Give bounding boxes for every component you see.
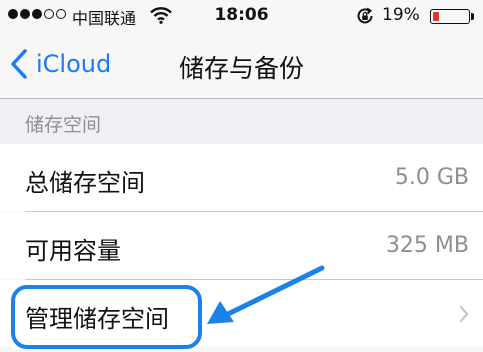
page-title: 储存与备份: [178, 54, 304, 83]
battery-percent: 19%: [382, 5, 420, 25]
section-header-label: 储存空间: [25, 114, 102, 136]
annotation-arrow-icon: [207, 265, 325, 324]
section-header: 储存空间: [0, 99, 483, 144]
row-total-storage: 总储存空间 5.0 GB: [0, 144, 483, 211]
battery-level: [433, 12, 439, 21]
battery-tip: [471, 13, 474, 20]
row-label: 可用容量: [25, 237, 121, 265]
row-value: 325 MB: [385, 233, 469, 258]
chevron-right-icon: [459, 305, 469, 323]
status-bar: 中国联通 18:06 19%: [0, 0, 483, 32]
row-value: 5.0 GB: [394, 165, 469, 190]
rotation-lock-icon: [357, 7, 373, 24]
annotation-highlight-box: [11, 285, 202, 349]
navigation-bar: iCloud 储存与备份: [0, 32, 483, 99]
row-label: 总储存空间: [25, 169, 145, 197]
battery-icon: [430, 9, 470, 24]
